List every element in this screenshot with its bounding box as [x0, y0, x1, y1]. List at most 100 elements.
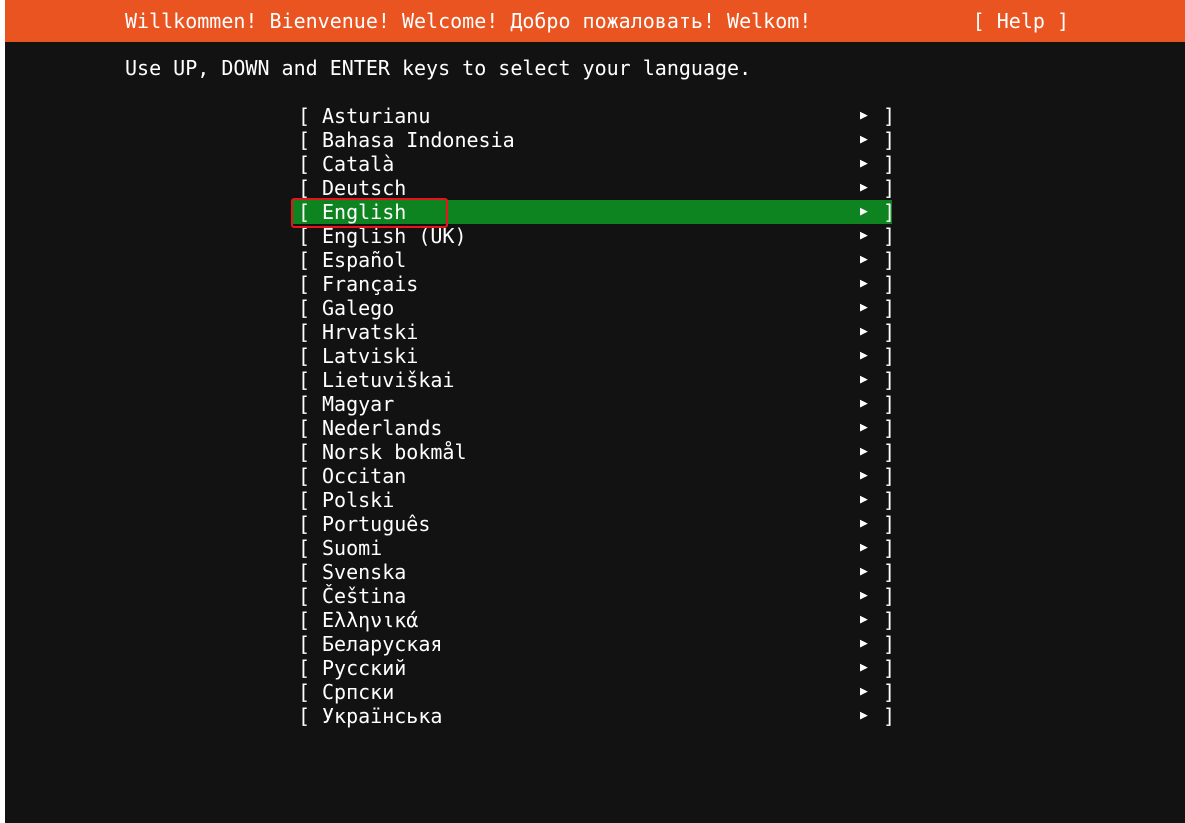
language-option[interactable]: [ Nederlands ▶ ] [292, 416, 896, 440]
close-bracket: ] [883, 488, 896, 512]
arrow-right-icon: ▶ [860, 132, 868, 147]
close-bracket: ] [883, 104, 896, 128]
language-option[interactable]: [ Русский ▶ ] [292, 656, 896, 680]
language-option[interactable]: [ Français ▶ ] [292, 272, 895, 296]
open-bracket: [ [298, 512, 311, 536]
open-bracket: [ [298, 224, 311, 248]
arrow-right-icon: ▶ [860, 108, 868, 123]
language-label: Latviski [322, 344, 419, 368]
language-option[interactable]: [ Português ▶ ] [292, 512, 896, 536]
language-label: Català [322, 152, 395, 176]
open-bracket: [ [298, 368, 311, 392]
language-label: Српски [322, 680, 395, 704]
close-bracket: ] [883, 464, 896, 488]
arrow-right-icon: ▶ [860, 156, 868, 171]
open-bracket: [ [298, 392, 311, 416]
language-option[interactable]: [ Беларуская ▶ ] [292, 632, 895, 656]
language-label: English [322, 200, 407, 224]
close-bracket: ] [883, 704, 896, 728]
language-option[interactable]: [ Deutsch ▶ ] [292, 176, 895, 200]
language-option[interactable]: [ Українська ▶ ] [292, 704, 896, 728]
language-option[interactable]: [ Polski ▶ ] [292, 488, 896, 512]
arrow-right-icon: ▶ [860, 252, 868, 267]
arrow-right-icon: ▶ [860, 276, 868, 291]
open-bracket: [ [298, 104, 311, 128]
close-bracket: ] [883, 416, 896, 440]
language-option[interactable]: [ Galego ▶ ] [292, 296, 896, 320]
language-label: Galego [322, 296, 395, 320]
language-label: Deutsch [322, 176, 407, 200]
language-label: Svenska [322, 560, 407, 584]
language-option[interactable]: [ Hrvatski ▶ ] [292, 320, 895, 344]
close-bracket: ] [883, 392, 896, 416]
language-option[interactable]: [ Occitan ▶ ] [292, 464, 896, 488]
language-option[interactable]: [ Српски ▶ ] [292, 680, 896, 704]
open-bracket: [ [298, 440, 311, 464]
language-option[interactable]: [ Norsk bokmål ▶ ] [292, 440, 895, 464]
arrow-right-icon: ▶ [860, 516, 868, 531]
open-bracket: [ [298, 560, 311, 584]
arrow-right-icon: ▶ [860, 300, 868, 315]
close-bracket: ] [883, 152, 896, 176]
language-label: Português [322, 512, 431, 536]
language-label: Polski [322, 488, 395, 512]
language-label: Nederlands [322, 416, 443, 440]
open-bracket: [ [298, 632, 311, 656]
arrow-right-icon: ▶ [860, 324, 868, 339]
arrow-right-icon: ▶ [860, 564, 868, 579]
close-bracket: ] [883, 368, 896, 392]
language-option[interactable]: [ Español ▶ ] [292, 248, 895, 272]
language-option[interactable]: [ Suomi ▶ ] [292, 536, 895, 560]
installer-screen: Willkommen! Bienvenue! Welcome! Добро по… [5, 0, 1185, 823]
open-bracket: [ [298, 296, 311, 320]
arrow-right-icon: ▶ [860, 588, 868, 603]
open-bracket: [ [298, 152, 311, 176]
language-option[interactable]: [ English (UK) ▶ ] [292, 224, 895, 248]
close-bracket: ] [883, 512, 896, 536]
language-option[interactable]: [ Català ▶ ] [292, 152, 896, 176]
close-bracket: ] [883, 656, 896, 680]
language-option[interactable]: [ Magyar ▶ ] [292, 392, 896, 416]
language-label: Čeština [322, 584, 407, 608]
language-list: [ Asturianu ▶ ] [ Bahasa Indonesia ▶ ] [… [292, 104, 896, 728]
close-bracket: ] [883, 608, 896, 632]
arrow-right-icon: ▶ [860, 684, 868, 699]
instructions-text: Use UP, DOWN and ENTER keys to select yo… [125, 56, 752, 80]
language-label: Suomi [322, 536, 383, 560]
welcome-title: Willkommen! Bienvenue! Welcome! Добро по… [125, 9, 812, 33]
open-bracket: [ [298, 704, 311, 728]
language-label: Hrvatski [322, 320, 419, 344]
open-bracket: [ [298, 176, 311, 200]
language-option[interactable]: [ English ▶ ] [292, 200, 895, 224]
language-option[interactable]: [ Svenska ▶ ] [292, 560, 895, 584]
language-label: Беларуская [322, 632, 443, 656]
arrow-right-icon: ▶ [860, 660, 868, 675]
help-button[interactable]: [ Help ] [973, 0, 1069, 42]
open-bracket: [ [298, 608, 311, 632]
open-bracket: [ [298, 464, 311, 488]
language-option[interactable]: [ Lietuviškai ▶ ] [292, 368, 896, 392]
language-option[interactable]: [ Ελληνικά ▶ ] [292, 608, 896, 632]
language-option[interactable]: [ Čeština ▶ ] [292, 584, 896, 608]
language-label: Lietuviškai [322, 368, 455, 392]
open-bracket: [ [298, 200, 311, 224]
language-option[interactable]: [ Latviski ▶ ] [292, 344, 895, 368]
open-bracket: [ [298, 584, 311, 608]
language-label: Español [322, 248, 407, 272]
language-option[interactable]: [ Bahasa Indonesia ▶ ] [292, 128, 896, 152]
open-bracket: [ [298, 272, 311, 296]
arrow-right-icon: ▶ [860, 492, 868, 507]
open-bracket: [ [298, 344, 311, 368]
open-bracket: [ [298, 536, 311, 560]
close-bracket: ] [883, 296, 896, 320]
language-option[interactable]: [ Asturianu ▶ ] [292, 104, 896, 128]
open-bracket: [ [298, 416, 311, 440]
language-label: Français [322, 272, 419, 296]
language-label: Ελληνικά [322, 608, 419, 632]
language-label: Русский [322, 656, 407, 680]
open-bracket: [ [298, 488, 311, 512]
close-bracket: ] [883, 128, 896, 152]
close-bracket: ] [883, 680, 896, 704]
open-bracket: [ [298, 320, 311, 344]
close-bracket: ] [883, 584, 896, 608]
